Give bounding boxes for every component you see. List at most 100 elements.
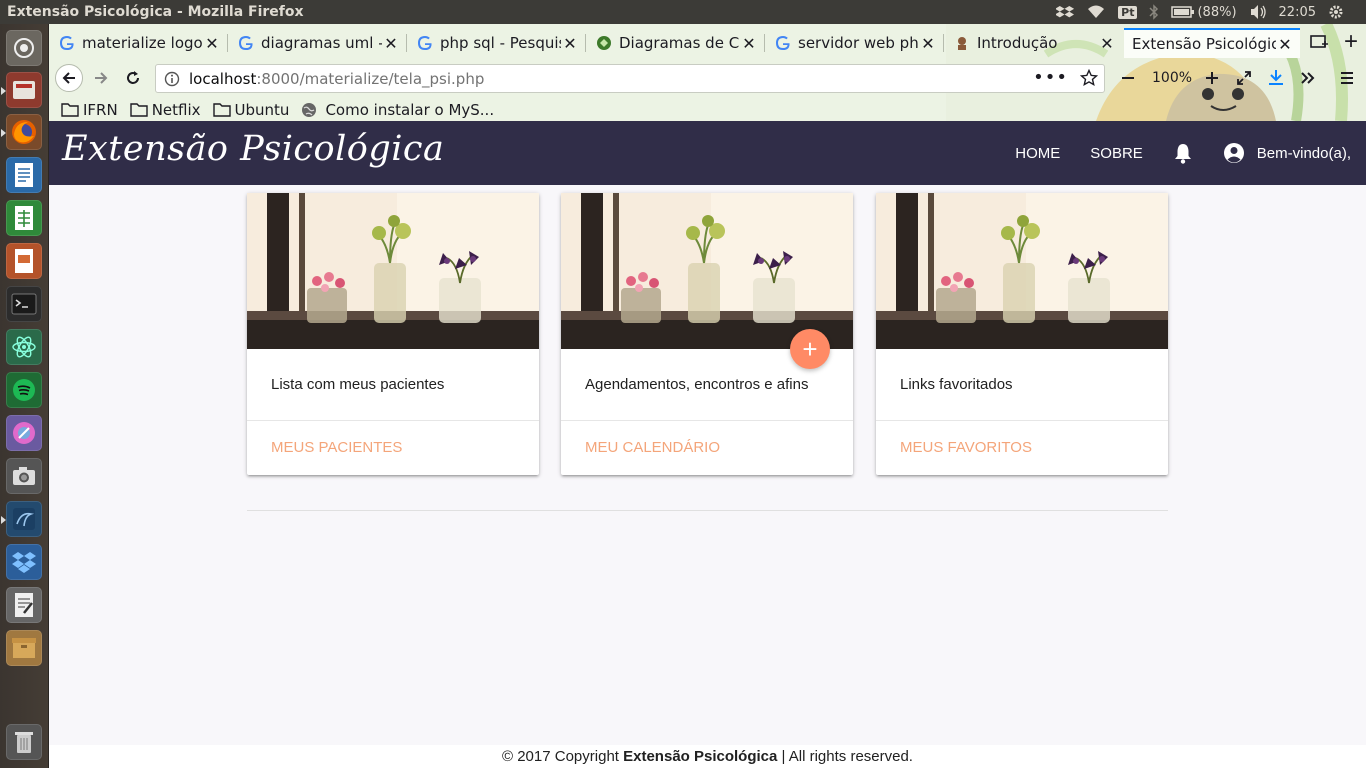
close-tab-icon[interactable]: ✕ [1098,34,1116,53]
volume-icon[interactable] [1249,4,1267,20]
card-image [876,193,1168,349]
reload-button[interactable] [119,64,147,92]
bookmark-folder-netflix[interactable]: Netflix [130,101,201,119]
calc-app-icon[interactable] [6,200,42,236]
tab-label: diagramas uml - P [261,34,382,52]
download-icon[interactable] [1262,64,1290,92]
notifications-bell-icon[interactable] [1158,142,1208,164]
tab-label: materialize logo - [82,34,203,52]
bookmark-folder-ifrn[interactable]: IFRN [61,101,118,119]
site-navbar: Extensão Psicológica HOME SOBRE Bem-vind… [49,121,1366,185]
info-icon[interactable] [164,71,180,87]
battery-icon[interactable] [1171,5,1195,19]
bookmark-folder-ubuntu[interactable]: Ubuntu [212,100,290,119]
ubuntu-launcher [0,24,49,768]
content-divider [247,510,1168,511]
spotify-app-icon[interactable] [6,372,42,408]
files-app-icon[interactable] [6,72,42,108]
hamburger-menu-icon[interactable] [1333,64,1361,92]
color-picker-app-icon[interactable] [6,415,42,451]
add-event-fab[interactable]: + [790,329,830,369]
browser-tab-active[interactable]: Extensão Psicológica ✕ [1124,28,1300,58]
running-indicator [1,87,6,95]
tab-label: Extensão Psicológica [1132,35,1276,53]
footer-brand: Extensão Psicológica [623,748,778,765]
overflow-chevron-icon[interactable] [1294,64,1322,92]
terminal-app-icon[interactable] [6,286,42,322]
system-indicators: Pt (88%) 22:05 [1056,0,1366,24]
tab-bar: materialize logo - ✕ diagramas uml - P ✕… [49,24,1366,58]
my-favorites-link[interactable]: MEUS FAVORITOS [876,420,1168,475]
bookmark-label: Ubuntu [234,100,290,119]
bookmark-label: Netflix [151,100,201,119]
my-patients-link[interactable]: MEUS PACIENTES [247,420,539,475]
writer-app-icon[interactable] [6,157,42,193]
close-tab-icon[interactable]: ✕ [382,34,400,53]
bookmarks-toolbar: IFRN Netflix Ubuntu Como instalar o MyS.… [49,98,1366,121]
browser-tab[interactable]: diagramas uml - P ✕ [228,28,406,58]
welcome-text: Bem-vindo(a), [1256,144,1351,162]
web-page: Extensão Psicológica HOME SOBRE Bem-vind… [49,121,1366,768]
bookmark-label: Como instalar o MyS... [325,100,495,119]
zoom-level[interactable]: 100% [1152,70,1192,86]
account-circle-icon[interactable] [1208,142,1251,164]
forward-button[interactable] [87,64,115,92]
tab-label: servidor web php [798,34,919,52]
card-patients: Lista com meus pacientes MEUS PACIENTES [247,193,539,475]
url-host: localhost [189,69,257,88]
page-actions-icon[interactable]: ••• [1033,67,1068,88]
close-tab-icon[interactable]: ✕ [1276,35,1294,54]
browser-tab[interactable]: Diagramas de Cas ✕ [586,28,764,58]
zoom-in-button[interactable] [1198,64,1226,92]
footer-copyright: © 2017 Copyright [502,748,624,765]
site-brand-logo[interactable]: Extensão Psicológica [62,129,444,169]
browser-tab[interactable]: php sql - Pesquisa ✕ [407,28,585,58]
bluetooth-icon[interactable] [1149,4,1159,20]
keyboard-layout-indicator[interactable]: Pt [1118,5,1138,19]
folder-icon [212,102,231,117]
archive-app-icon[interactable] [6,630,42,666]
close-tab-icon[interactable]: ✕ [561,34,579,53]
nav-toolbar: localhost:8000/materialize/tela_psi.php … [49,58,1366,98]
card-calendar: + Agendamentos, encontros e afins MEU CA… [561,193,853,475]
mysql-workbench-app-icon[interactable] [6,501,42,537]
nav-about-link[interactable]: SOBRE [1075,145,1158,162]
bookmark-link-mysql[interactable]: Como instalar o MyS... [301,101,494,119]
google-icon [775,35,791,51]
tab-label: Introdução [977,34,1058,52]
fullscreen-icon[interactable] [1230,64,1258,92]
bookmark-star-icon[interactable] [1080,69,1098,87]
window-title: Extensão Psicológica - Mozilla Firefox [7,4,304,20]
settings-gear-icon[interactable] [1328,4,1344,20]
close-tab-icon[interactable]: ✕ [919,34,937,53]
dash-home-icon[interactable] [6,30,42,66]
camera-app-icon[interactable] [6,458,42,494]
browser-chrome: materialize logo - ✕ diagramas uml - P ✕… [49,24,1366,121]
url-bar[interactable]: localhost:8000/materialize/tela_psi.php … [155,64,1105,93]
impress-app-icon[interactable] [6,243,42,279]
browser-tab[interactable]: servidor web php ✕ [765,28,943,58]
my-calendar-link[interactable]: MEU CALENDÁRIO [561,420,853,475]
dropbox-tray-icon[interactable] [1056,4,1075,20]
clock[interactable]: 22:05 [1279,5,1316,20]
dropbox-app-icon[interactable] [6,544,42,580]
google-icon [238,35,254,51]
browser-tab[interactable]: Introdução ✕ [944,28,1122,58]
trash-icon[interactable] [6,724,42,760]
card-text: Links favoritados [900,376,1013,393]
browser-tab[interactable]: materialize logo - ✕ [49,28,227,58]
web-icon [596,35,612,51]
tab-list-icon[interactable] [1305,28,1333,56]
new-tab-icon[interactable]: + [1337,28,1365,56]
zoom-out-button[interactable] [1114,64,1142,92]
card-image [561,193,853,349]
wifi-icon[interactable] [1086,4,1106,20]
nav-home-link[interactable]: HOME [1000,145,1075,162]
close-tab-icon[interactable]: ✕ [203,34,221,53]
close-tab-icon[interactable]: ✕ [740,34,758,53]
firefox-app-icon[interactable] [6,114,42,150]
back-button[interactable] [55,64,83,92]
text-editor-app-icon[interactable] [6,587,42,623]
battery-percent: (88%) [1197,4,1237,20]
atom-app-icon[interactable] [6,329,42,365]
